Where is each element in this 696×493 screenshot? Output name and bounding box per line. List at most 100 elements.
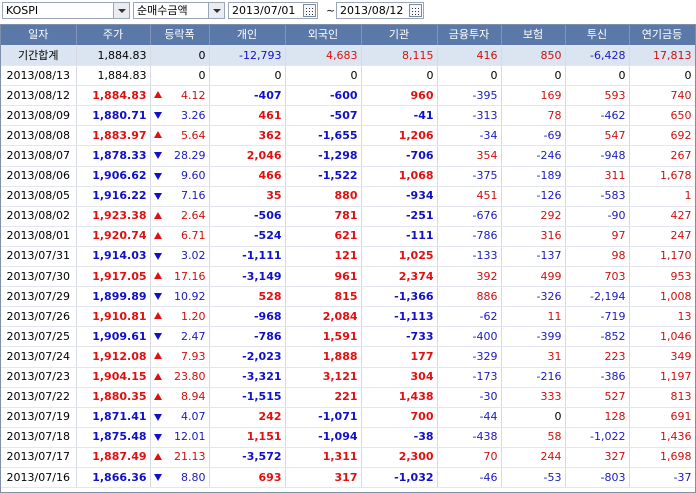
column-header[interactable]: 일자 bbox=[1, 25, 77, 46]
pension-cell: 1,698 bbox=[629, 447, 695, 468]
date-cell: 2013/07/31 bbox=[1, 246, 77, 268]
insurance-cell: 0 bbox=[501, 407, 566, 428]
pension-cell: 1,436 bbox=[629, 427, 695, 448]
up-triangle-icon bbox=[153, 372, 162, 380]
market-select[interactable]: KOSPI bbox=[2, 2, 130, 19]
date-cell: 2013/08/08 bbox=[1, 125, 77, 147]
table-row[interactable]: 2013/08/02 1,923.38 2.64 -506 781 -251 -676 292… bbox=[1, 206, 695, 227]
table-row[interactable]: 2013/08/06 1,906.62 9.60 466 -1,522 1,068 -375… bbox=[1, 166, 695, 187]
table-row[interactable]: 2013/07/23 1,904.15 23.80 -3,321 3,121 304 -17… bbox=[1, 367, 695, 388]
table-row[interactable]: 2013/07/25 1,909.61 2.47 -786 1,591 -733 -400-… bbox=[1, 326, 695, 348]
table-row[interactable]: 2013/07/22 1,880.35 8.94 -1,515 221 1,438 -30 3… bbox=[1, 387, 695, 408]
down-triangle-icon bbox=[153, 192, 162, 200]
date-separator: ~ bbox=[326, 4, 336, 17]
change-cell: 23.80 bbox=[150, 367, 210, 388]
column-header[interactable]: 투신 bbox=[565, 25, 630, 46]
institution-cell: 177 bbox=[361, 346, 438, 368]
individual-cell: 461 bbox=[209, 105, 286, 127]
table-row[interactable]: 2013/07/29 1,899.89 10.92 528 815 -1,366 886 -3… bbox=[1, 286, 695, 308]
table-row[interactable]: 2013/07/17 1,887.49 21.13 -3,572 1,311 2,300 7… bbox=[1, 447, 695, 468]
change-cell: 7.93 bbox=[150, 346, 210, 368]
table-row[interactable]: 2013/07/18 1,875.48 12.01 1,151 -1,094 -38 -43… bbox=[1, 427, 695, 448]
up-triangle-icon bbox=[153, 392, 162, 400]
table-row[interactable]: 2013/08/01 1,920.74 6.71 -524 621 -111 -786 316… bbox=[1, 226, 695, 247]
table-row[interactable]: 2013/08/05 1,916.22 7.16 35 880 -934 451 -126 -5… bbox=[1, 186, 695, 207]
change-value: 2.47 bbox=[181, 329, 206, 343]
institution-cell: -1,113 bbox=[361, 306, 438, 328]
column-header[interactable]: 보험 bbox=[501, 25, 566, 46]
summary-row[interactable]: 기간합계 1,884.83 0 -12,793 4,683 8,115 416 … bbox=[1, 45, 695, 67]
table-row[interactable]: 2013/08/12 1,884.83 4.12 -407 -600 960 -395 169… bbox=[1, 85, 695, 107]
investment-trust-cell: -462 bbox=[565, 105, 630, 127]
date-cell: 2013/08/01 bbox=[1, 226, 77, 247]
investor-trading-grid[interactable]: 일자 주가 등락폭 개인 외국인 기관 금융투자 보험 투신 연기금등 기간합계 1,884.83… bbox=[0, 24, 696, 493]
start-date-field[interactable]: 2013/07/01 bbox=[228, 2, 318, 19]
table-row[interactable]: 2013/08/07 1,878.33 28.29 2,046 -1,298 -706 35… bbox=[1, 145, 695, 167]
foreign-cell: 3,121 bbox=[285, 367, 362, 388]
financial-investment-cell: -786 bbox=[437, 226, 502, 247]
table-row[interactable]: 2013/07/16 1,866.36 8.80 693 317 -1,032 -46 -53… bbox=[1, 467, 695, 489]
calendar-icon[interactable] bbox=[303, 4, 316, 17]
individual-cell: 35 bbox=[209, 186, 286, 207]
down-triangle-icon bbox=[153, 172, 162, 180]
pension-cell: 1,008 bbox=[629, 286, 695, 308]
investment-trust-cell: -948 bbox=[565, 145, 630, 167]
chevron-down-icon[interactable] bbox=[113, 3, 129, 18]
institution-cell: 2,300 bbox=[361, 447, 438, 468]
foreign-cell: 317 bbox=[285, 467, 362, 489]
institution-cell: 304 bbox=[361, 367, 438, 388]
change-value: 8.80 bbox=[181, 470, 206, 484]
column-header[interactable]: 금융투자 bbox=[437, 25, 502, 46]
foreign-cell: -600 bbox=[285, 85, 362, 107]
individual-cell: -3,149 bbox=[209, 266, 286, 288]
individual-cell: -1,111 bbox=[209, 246, 286, 268]
column-header[interactable]: 개인 bbox=[209, 25, 286, 46]
institution-cell: -111 bbox=[361, 226, 438, 247]
column-header[interactable]: 기관 bbox=[361, 25, 438, 46]
column-header[interactable]: 연기금등 bbox=[629, 25, 695, 46]
calendar-icon[interactable] bbox=[409, 4, 422, 17]
table-row[interactable]: 2013/07/24 1,912.08 7.93 -2,023 1,888 177 -329… bbox=[1, 346, 695, 368]
investment-trust-cell: -2,194 bbox=[565, 286, 630, 308]
summary-price: 1,884.83 bbox=[76, 45, 151, 67]
table-row[interactable]: 2013/07/19 1,871.41 4.07 242 -1,071 700 -44 0 12… bbox=[1, 407, 695, 428]
chevron-down-icon[interactable] bbox=[208, 3, 224, 18]
table-row[interactable]: 2013/07/26 1,910.81 1.20 -968 2,084 -1,113 -62… bbox=[1, 306, 695, 328]
table-row[interactable]: 2013/08/09 1,880.71 3.26 461 -507 -41 -313 78 -4… bbox=[1, 105, 695, 127]
insurance-cell: -69 bbox=[501, 125, 566, 147]
column-header[interactable]: 외국인 bbox=[285, 25, 362, 46]
change-value: 5.64 bbox=[181, 128, 206, 142]
table-row[interactable]: 2013/07/30 1,917.05 17.16 -3,149 961 2,374 392… bbox=[1, 266, 695, 288]
pension-cell: 427 bbox=[629, 206, 695, 227]
financial-investment-cell: 0 bbox=[437, 65, 502, 87]
change-value: 17.16 bbox=[174, 269, 206, 283]
pension-cell: 1,170 bbox=[629, 246, 695, 268]
change-cell: 5.64 bbox=[150, 125, 210, 147]
change-cell: 12.01 bbox=[150, 427, 210, 448]
change-value: 10.92 bbox=[174, 289, 206, 303]
table-row[interactable]: 2013/08/13 1,884.83 0 0 0 0 0 0 0 0 bbox=[1, 65, 695, 87]
insurance-cell: 292 bbox=[501, 206, 566, 227]
down-triangle-icon bbox=[153, 413, 162, 421]
column-header[interactable]: 주가 bbox=[76, 25, 151, 46]
column-header[interactable]: 등락폭 bbox=[150, 25, 210, 46]
table-row[interactable]: 2013/07/31 1,914.03 3.02 -1,111 121 1,025 -133… bbox=[1, 246, 695, 268]
institution-cell: 1,068 bbox=[361, 166, 438, 187]
price-cell: 1,923.38 bbox=[76, 206, 151, 227]
pension-cell: 691 bbox=[629, 407, 695, 428]
date-cell: 2013/08/07 bbox=[1, 145, 77, 167]
date-cell: 2013/07/29 bbox=[1, 286, 77, 308]
change-cell: 17.16 bbox=[150, 266, 210, 288]
foreign-cell: -1,522 bbox=[285, 166, 362, 187]
foreign-cell: 961 bbox=[285, 266, 362, 288]
investment-trust-cell: -386 bbox=[565, 367, 630, 388]
pension-cell: 13 bbox=[629, 306, 695, 328]
metric-select[interactable]: 순매수금액 bbox=[133, 2, 225, 19]
metric-select-value: 순매수금액 bbox=[137, 4, 188, 17]
end-date-field[interactable]: 2013/08/12 bbox=[336, 2, 424, 19]
financial-investment-cell: -329 bbox=[437, 346, 502, 368]
institution-cell: -1,032 bbox=[361, 467, 438, 489]
insurance-cell: -53 bbox=[501, 467, 566, 489]
insurance-cell: 58 bbox=[501, 427, 566, 448]
table-row[interactable]: 2013/08/08 1,883.97 5.64 362 -1,655 1,206 -34-… bbox=[1, 125, 695, 147]
